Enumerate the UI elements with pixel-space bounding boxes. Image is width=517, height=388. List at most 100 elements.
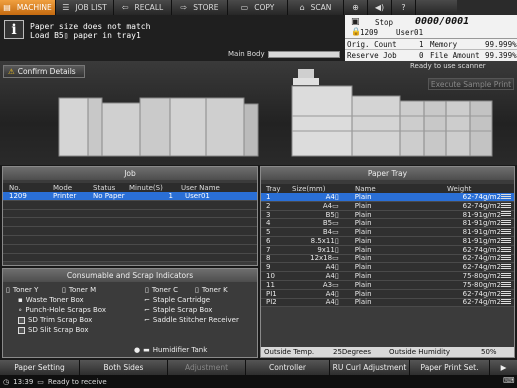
humidifier-indicator: ● ▬ Humidifier Tank — [134, 346, 208, 354]
info-icon: i — [4, 20, 24, 39]
job-panel-title: Job — [3, 167, 257, 180]
tray-cell-weight: 62-74g/m2 — [462, 201, 502, 210]
checkbox-icon — [18, 316, 25, 324]
tray-header-tray: Tray — [266, 184, 281, 193]
volume-button[interactable]: ◀) — [368, 0, 392, 15]
finisher-unit-4[interactable] — [139, 97, 171, 157]
connector-unit — [243, 103, 259, 157]
machine-state: Stop — [375, 18, 394, 27]
divider — [345, 38, 517, 39]
tray-cell-name: Plain — [354, 192, 372, 201]
tray-row[interactable]: 8 12x18▭ Plain 62-74g/m2 — [261, 254, 514, 264]
tray-row[interactable]: 2 A4▭ Plain 62-74g/m2 — [261, 202, 514, 211]
tray-row[interactable]: 7 9x11▯ Plain 62-74g/m2 — [261, 246, 514, 255]
adjustment-button[interactable]: Adjustment — [168, 360, 246, 375]
finisher-unit-3[interactable] — [101, 102, 141, 157]
tray-header-name: Name — [355, 184, 376, 193]
tray-cell-weight: 75-80g/m2 — [462, 280, 502, 289]
paper-print-set-button[interactable]: Paper Print Set. — [410, 360, 490, 375]
job-row-empty — [3, 209, 257, 219]
tray-row[interactable]: 11 A3▭ Plain 75-80g/m2 — [261, 281, 514, 290]
waste-toner-indicator: ▪ Waste Toner Box — [18, 296, 84, 304]
paper-feed-unit-3[interactable] — [445, 100, 471, 157]
main-body-label: Main Body — [228, 50, 265, 58]
tab-machine[interactable]: ▤ MACHINE — [0, 0, 56, 15]
receive-icon: ▭ — [37, 377, 44, 386]
tab-scan[interactable]: ⌂ SCAN — [288, 0, 344, 15]
tray-table-header: Tray Size(mm) Name Weight — [261, 184, 514, 193]
tray-cell-size: 12x18▭ — [310, 254, 339, 263]
tray-row[interactable]: PI1 A4▯ Plain 62-74g/m2 — [261, 290, 514, 299]
controller-button[interactable]: Controller — [246, 360, 330, 375]
memory-value: 99.999% — [485, 40, 517, 49]
footer-status: Ready to receive — [47, 377, 107, 386]
main-body[interactable] — [291, 85, 353, 157]
job-cell-status: No Paper — [93, 191, 125, 200]
toner-m-indicator: ▯ Toner M — [62, 286, 97, 294]
tab-job-list[interactable]: ☰ JOB LIST — [56, 0, 114, 15]
tray-cell-tray: 2 — [266, 201, 271, 210]
paper-setting-button[interactable]: Paper Setting — [0, 360, 80, 375]
environment-bar: Outside Temp. 25Degrees Outside Humidity… — [261, 347, 514, 357]
ru-curl-adjustment-button[interactable]: RU Curl Adjustment — [330, 360, 410, 375]
dot-icon: ● — [134, 346, 141, 354]
tab-copy[interactable]: ▭ COPY — [228, 0, 288, 15]
help-button[interactable]: ? — [392, 0, 416, 15]
paper-feed-unit-1[interactable] — [399, 100, 425, 157]
paper-level-icon — [501, 202, 511, 209]
tray-row[interactable]: 1 A4▯ Plain 62-74g/m2 — [261, 193, 514, 202]
globe-icon: ⊕ — [352, 3, 359, 12]
checkbox-icon — [18, 326, 25, 334]
globe-button[interactable]: ⊕ — [344, 0, 368, 15]
tray-cell-size: A4▯ — [325, 298, 339, 307]
tray-cell-tray: 7 — [266, 245, 271, 254]
finisher-unit-1[interactable] — [58, 97, 89, 157]
finisher-unit-2[interactable] — [87, 97, 103, 157]
tray-row[interactable]: 10 A4▯ Plain 75-80g/m2 — [261, 272, 514, 281]
tray-cell-size: A4▯ — [325, 272, 339, 281]
sd-trim-indicator: SD Trim Scrap Box — [18, 316, 92, 324]
top-tab-bar: ▤ MACHINE ☰ JOB LIST ⇦ RECALL ⇨ STORE ▭ COPY … — [0, 0, 517, 15]
tray-row[interactable]: 6 8.5x11▯ Plain 81-91g/m2 — [261, 237, 514, 246]
main-body-2[interactable] — [351, 95, 401, 157]
footer-time: 13:39 — [13, 377, 34, 386]
tray-cell-size: A4▯ — [325, 192, 339, 201]
paper-level-icon — [501, 273, 511, 280]
scan-icon: ⌂ — [299, 3, 305, 12]
tray-cell-tray: 4 — [266, 219, 271, 228]
orig-count-label: Orig. Count — [347, 40, 397, 49]
toner-y-indicator: ▯ Toner Y — [6, 286, 39, 294]
tray-cell-size: A4▯ — [325, 289, 339, 298]
tray-cell-size: B4▭ — [322, 228, 339, 237]
inserter-unit[interactable] — [205, 97, 245, 157]
tray-row[interactable]: PI2 A4▯ Plain 62-74g/m2 — [261, 298, 514, 308]
job-header-no: No. — [9, 183, 21, 192]
tray-cell-name: Plain — [354, 219, 372, 228]
paper-feed-unit-2[interactable] — [423, 100, 447, 157]
scanner-adf[interactable] — [298, 69, 314, 78]
tray-row[interactable]: 5 B4▭ Plain 81-91g/m2 — [261, 228, 514, 237]
tray-cell-size: 9x11▯ — [317, 245, 339, 254]
footer-status-bar: ◷ 13:39 ▭ Ready to receive — [0, 375, 517, 388]
message-line-1: Paper size does not match — [30, 22, 151, 31]
tray-row[interactable]: 3 B5▯ Plain 81-91g/m2 — [261, 211, 514, 220]
tab-recall[interactable]: ⇦ RECALL — [114, 0, 172, 15]
tray-cell-name: Plain — [354, 254, 372, 263]
job-header-minutes: Minute(S) — [129, 183, 163, 192]
job-row[interactable]: 1209 Printer No Paper 1 User01 — [3, 192, 257, 201]
paper-feed-unit-4[interactable] — [469, 100, 493, 157]
keyboard-icon[interactable]: ⌨ — [503, 376, 515, 385]
job-panel: Job No. Mode Status Minute(S) User Name … — [2, 166, 258, 266]
paper-tray-panel: Paper Tray Tray Size(mm) Name Weight 1 A4… — [260, 166, 515, 358]
tray-row[interactable]: 9 A4▯ Plain 62-74g/m2 — [261, 263, 514, 273]
tray-row[interactable]: 4 B5▭ Plain 81-91g/m2 — [261, 219, 514, 229]
tray-cell-name: Plain — [354, 245, 372, 254]
paper-tray-title: Paper Tray — [261, 167, 514, 180]
tray-cell-name: Plain — [354, 228, 372, 237]
both-sides-button[interactable]: Both Sides — [80, 360, 168, 375]
relay-unit[interactable] — [169, 97, 207, 157]
job-table-header: No. Mode Status Minute(S) User Name — [3, 183, 257, 192]
list-icon: ☰ — [62, 3, 70, 12]
tab-store[interactable]: ⇨ STORE — [172, 0, 228, 15]
next-page-button[interactable]: ▶ — [490, 360, 517, 375]
